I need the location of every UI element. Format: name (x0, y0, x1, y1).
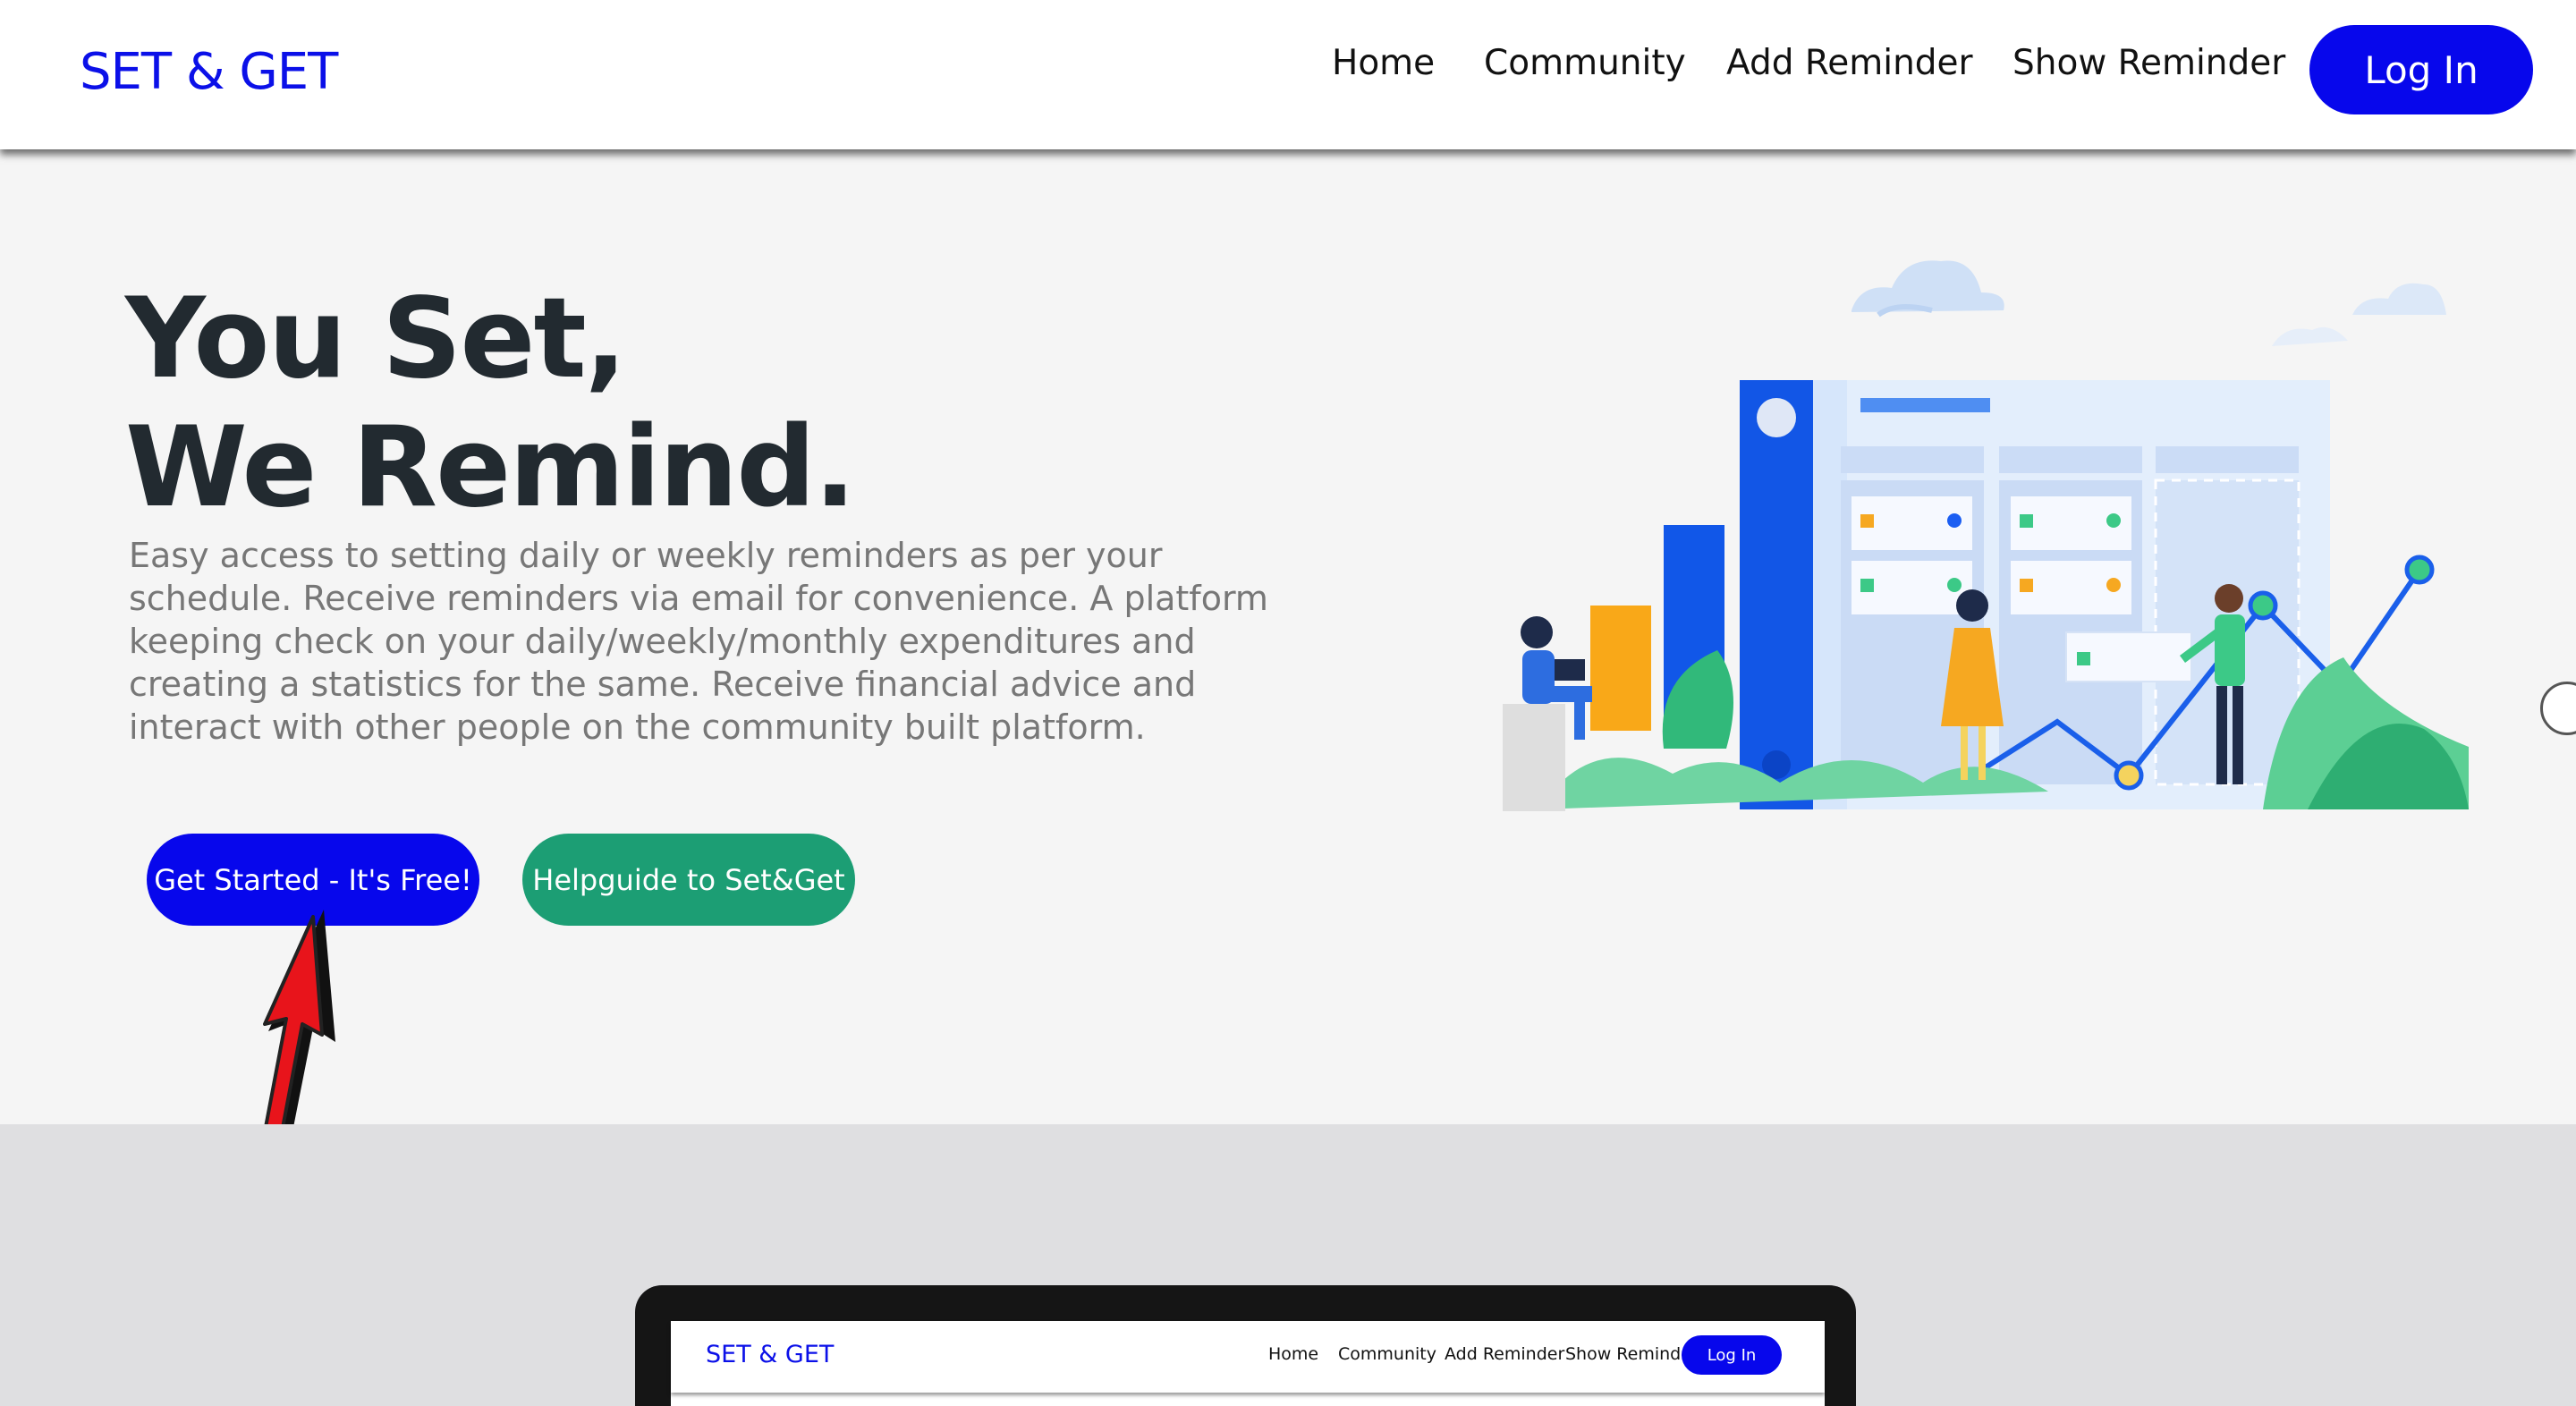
hero-title-line2: We Remind. (125, 403, 856, 532)
laptop-mockup: SET & GET Home Community Add Reminder Sh… (635, 1285, 1856, 1406)
preview-link-home: Home (1268, 1344, 1319, 1364)
hero-section: You Set, We Remind. Easy access to setti… (0, 149, 2576, 1245)
login-button[interactable]: Log In (2309, 25, 2533, 114)
preview-link-community: Community (1338, 1344, 1436, 1364)
preview-link-add-reminder: Add Reminder (1445, 1344, 1565, 1364)
nav-link-add-reminder[interactable]: Add Reminder (1726, 43, 1973, 83)
hero-title-line1: You Set, (125, 275, 627, 403)
scroll-indicator[interactable] (2540, 682, 2576, 735)
laptop-screen: SET & GET Home Community Add Reminder Sh… (671, 1321, 1825, 1406)
preview-link-show-reminder: Show Reminder (1565, 1344, 1699, 1364)
preview-section: SET & GET Home Community Add Reminder Sh… (0, 1124, 2576, 1406)
team-dashboard-illustration (1503, 260, 2469, 811)
preview-brand: SET & GET (706, 1341, 835, 1368)
top-navbar: SET & GET Home Community Add Reminder Sh… (0, 0, 2576, 149)
hero-title: You Set, We Remind. (125, 275, 856, 532)
preview-navbar: SET & GET Home Community Add Reminder Sh… (671, 1321, 1825, 1393)
preview-login-button: Log In (1682, 1335, 1782, 1375)
nav-link-community[interactable]: Community (1484, 43, 1686, 83)
brand-logo[interactable]: SET & GET (80, 43, 338, 101)
nav-link-home[interactable]: Home (1332, 43, 1435, 83)
hero-description: Easy access to setting daily or weekly r… (129, 536, 1268, 747)
nav-link-show-reminder[interactable]: Show Reminder (2012, 43, 2285, 83)
helpguide-button[interactable]: Helpguide to Set&Get (522, 834, 855, 926)
